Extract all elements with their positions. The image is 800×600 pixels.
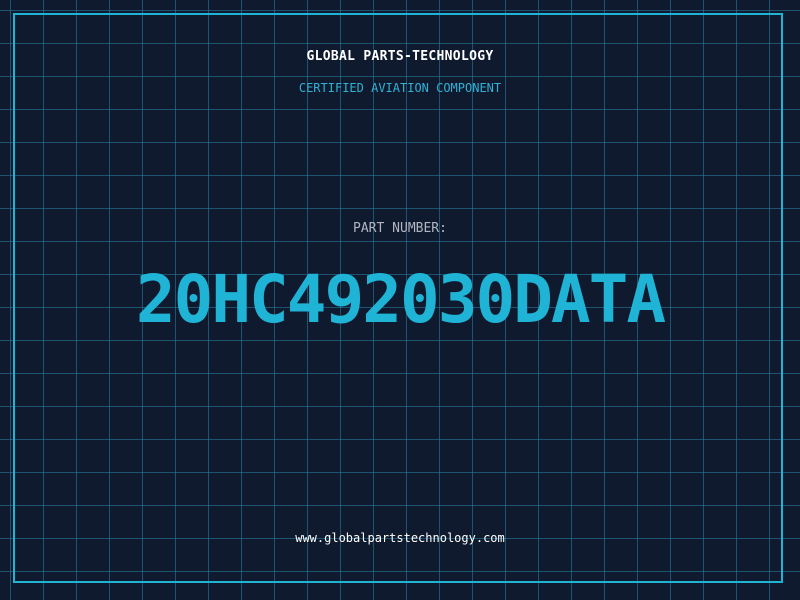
certification-subtitle: CERTIFIED AVIATION COMPONENT — [298, 81, 502, 95]
company-name: GLOBAL PARTS-TECHNOLOGY — [306, 49, 494, 64]
website-link[interactable]: www.globalpartstechnology.com — [0, 531, 800, 545]
part-number-label: PART NUMBER: — [353, 221, 447, 236]
part-number-value: 20HC492030DATA — [135, 261, 666, 338]
certificate-card: GLOBAL PARTS-TECHNOLOGY CERTIFIED AVIATI… — [0, 0, 800, 600]
